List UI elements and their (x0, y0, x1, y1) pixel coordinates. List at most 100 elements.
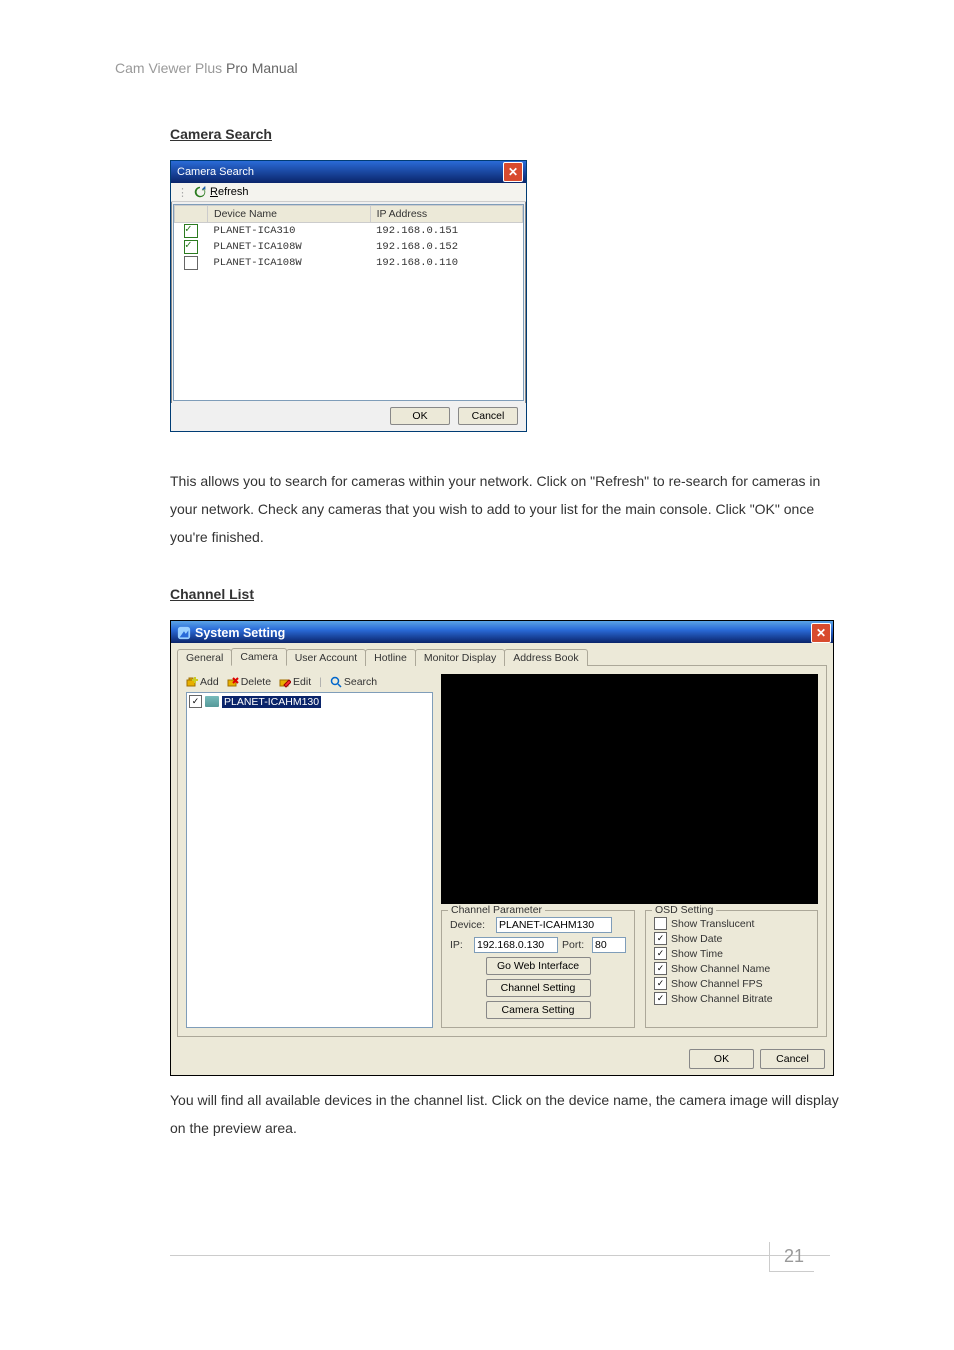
tree-checkbox[interactable]: ✓ (189, 695, 202, 708)
camera-search-title: Camera Search (177, 166, 254, 178)
col-ip-address[interactable]: IP Address (370, 206, 522, 223)
refresh-button[interactable]: Refresh (210, 186, 249, 198)
osd-checkbox[interactable] (654, 947, 667, 960)
row-checkbox[interactable] (184, 240, 198, 254)
table-row[interactable]: PLANET-ICA310192.168.0.151 (175, 223, 523, 240)
camera-setting-button[interactable]: Camera Setting (486, 1001, 591, 1019)
ip-label: IP: (450, 939, 470, 951)
channel-tree[interactable]: ✓ PLANET-ICAHM130 (186, 692, 433, 1028)
edit-button[interactable]: Edit (279, 676, 311, 688)
osd-legend: OSD Setting (652, 904, 716, 916)
osd-checkbox[interactable] (654, 992, 667, 1005)
ok-button[interactable]: OK (689, 1049, 754, 1069)
close-icon: ✕ (508, 166, 518, 178)
table-row[interactable]: PLANET-ICA108W192.168.0.152 (175, 239, 523, 255)
system-setting-tabs: GeneralCameraUser AccountHotlineMonitor … (177, 647, 827, 666)
camera-search-table: Device Name IP Address PLANET-ICA310192.… (174, 205, 523, 271)
osd-checkbox[interactable] (654, 962, 667, 975)
refresh-icon (193, 185, 207, 199)
system-setting-title: System Setting (195, 626, 285, 640)
osd-option[interactable]: Show Time (654, 947, 809, 960)
osd-label: Show Channel FPS (671, 978, 763, 990)
cancel-button[interactable]: Cancel (760, 1049, 825, 1069)
table-row[interactable]: PLANET-ICA108W192.168.0.110 (175, 255, 523, 271)
delete-label: Delete (241, 676, 271, 688)
close-button[interactable]: ✕ (503, 162, 523, 182)
paragraph-camera-search: This allows you to search for cameras wi… (170, 467, 839, 551)
tree-item-label: PLANET-ICAHM130 (222, 696, 321, 708)
search-button[interactable]: Search (330, 676, 377, 688)
tab-address-book[interactable]: Address Book (504, 649, 587, 666)
osd-setting-group: OSD Setting Show TranslucentShow DateSho… (645, 910, 818, 1028)
system-setting-titlebar: System Setting ✕ (171, 621, 833, 643)
col-check (175, 206, 208, 223)
add-label: Add (200, 676, 219, 688)
osd-option[interactable]: Show Translucent (654, 917, 809, 930)
close-button[interactable]: ✕ (811, 623, 831, 643)
search-icon (330, 676, 342, 688)
page-number: 21 (769, 1242, 814, 1272)
cell-ip-address: 192.168.0.110 (370, 255, 522, 271)
cell-device-name: PLANET-ICA310 (208, 223, 371, 240)
doc-manual-label: Pro Manual (226, 60, 298, 76)
search-label: Search (344, 676, 377, 688)
app-icon (177, 626, 191, 640)
delete-icon (227, 676, 239, 688)
cell-device-name: PLANET-ICA108W (208, 255, 371, 271)
osd-label: Show Time (671, 948, 723, 960)
add-icon (186, 676, 198, 688)
osd-label: Show Date (671, 933, 722, 945)
preview-area (441, 674, 818, 904)
tree-item[interactable]: ✓ PLANET-ICAHM130 (189, 695, 430, 708)
ip-field[interactable] (474, 937, 558, 953)
close-icon: ✕ (816, 627, 826, 639)
tab-camera[interactable]: Camera (231, 648, 286, 666)
cell-device-name: PLANET-ICA108W (208, 239, 371, 255)
cell-ip-address: 192.168.0.152 (370, 239, 522, 255)
device-label: Device: (450, 919, 492, 931)
doc-title: Cam Viewer Plus (115, 60, 222, 76)
row-checkbox[interactable] (184, 256, 198, 270)
channel-parameter-legend: Channel Parameter (448, 904, 545, 916)
tab-monitor-display[interactable]: Monitor Display (415, 649, 505, 666)
toolbar-separator: | (319, 676, 322, 688)
camera-search-toolbar: ⋮ Refresh (171, 183, 526, 202)
tab-user-account[interactable]: User Account (286, 649, 366, 666)
toolbar-divider: ⋮ (177, 186, 188, 199)
edit-icon (279, 676, 291, 688)
channel-parameter-group: Channel Parameter Device: IP: Port: (441, 910, 635, 1028)
section-title-channel-list: Channel List (170, 586, 254, 602)
osd-option[interactable]: Show Channel Bitrate (654, 992, 809, 1005)
osd-option[interactable]: Show Date (654, 932, 809, 945)
cell-ip-address: 192.168.0.151 (370, 223, 522, 240)
device-field[interactable] (496, 917, 612, 933)
osd-label: Show Translucent (671, 918, 754, 930)
channel-toolbar: Add Delete Edit (186, 674, 433, 690)
ok-button[interactable]: OK (390, 407, 450, 425)
osd-checkbox[interactable] (654, 977, 667, 990)
port-label: Port: (562, 939, 588, 951)
go-web-interface-button[interactable]: Go Web Interface (486, 957, 591, 975)
osd-checkbox[interactable] (654, 917, 667, 930)
cancel-button[interactable]: Cancel (458, 407, 518, 425)
channel-setting-button[interactable]: Channel Setting (486, 979, 591, 997)
delete-button[interactable]: Delete (227, 676, 271, 688)
port-field[interactable] (592, 937, 626, 953)
system-setting-dialog: System Setting ✕ GeneralCameraUser Accou… (170, 620, 834, 1076)
osd-option[interactable]: Show Channel FPS (654, 977, 809, 990)
osd-checkbox[interactable] (654, 932, 667, 945)
camera-search-dialog: Camera Search ✕ ⋮ Refresh Device Name IP… (170, 160, 527, 432)
col-device-name[interactable]: Device Name (208, 206, 371, 223)
paragraph-channel-list: You will find all available devices in t… (170, 1086, 839, 1142)
osd-label: Show Channel Name (671, 963, 770, 975)
osd-label: Show Channel Bitrate (671, 993, 773, 1005)
camera-search-titlebar: Camera Search ✕ (171, 161, 526, 183)
row-checkbox[interactable] (184, 224, 198, 238)
edit-label: Edit (293, 676, 311, 688)
tab-hotline[interactable]: Hotline (365, 649, 416, 666)
camera-icon (205, 696, 219, 707)
tab-general[interactable]: General (177, 649, 232, 666)
section-title-camera-search: Camera Search (170, 126, 272, 142)
osd-option[interactable]: Show Channel Name (654, 962, 809, 975)
add-button[interactable]: Add (186, 676, 219, 688)
